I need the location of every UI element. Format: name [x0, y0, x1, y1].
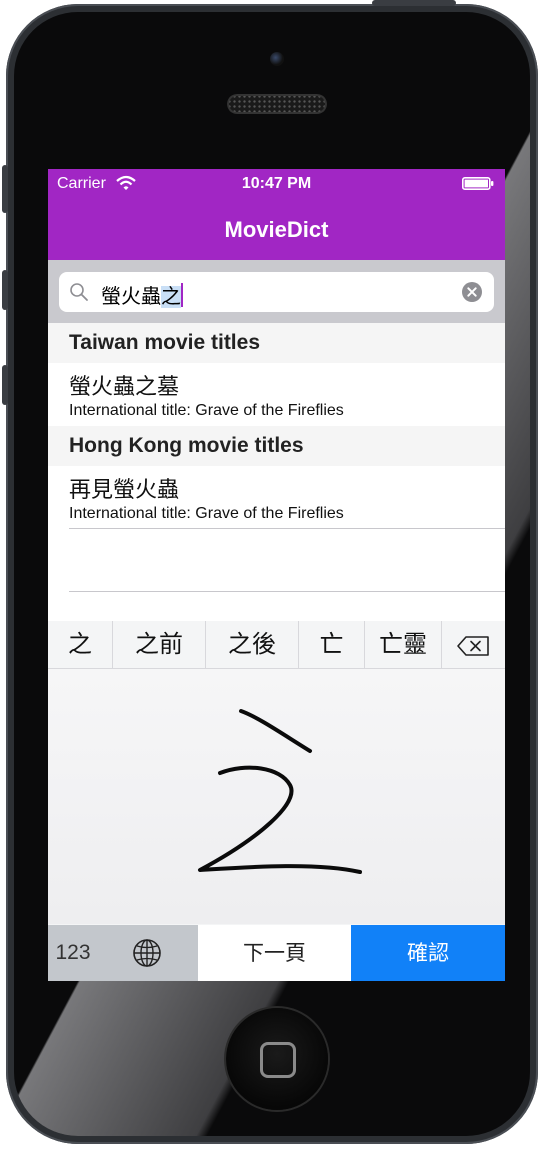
movie-title: 再見螢火蟲: [69, 478, 180, 503]
power-button: [372, 0, 456, 6]
globe-key[interactable]: [98, 925, 198, 981]
backspace-icon[interactable]: [456, 635, 490, 657]
section-header: Taiwan movie titles: [48, 323, 505, 363]
confirm-key[interactable]: 確認: [351, 925, 505, 981]
candidate-item[interactable]: 之後: [206, 621, 299, 668]
volume-down-button: [2, 365, 8, 405]
row-separator: [69, 528, 505, 529]
globe-icon: [133, 939, 161, 967]
movie-subtitle: International title: Grave of the Firefl…: [69, 402, 344, 419]
candidate-bar: 之 之前 之後 亡 亡靈: [48, 621, 505, 669]
page-title: MovieDict: [224, 217, 329, 242]
search-query: 螢火蟲之: [101, 280, 183, 309]
home-button-square-icon: [260, 1042, 296, 1078]
search-query-marked: 之: [161, 286, 181, 308]
mute-switch: [2, 165, 8, 213]
numbers-key[interactable]: 123: [48, 925, 98, 981]
navigation-bar: Carrier 10:47 PM MovieDict: [48, 169, 505, 260]
candidate-item[interactable]: 亡靈: [365, 621, 442, 668]
movie-title: 螢火蟲之墓: [69, 375, 180, 400]
handwritten-stroke: [198, 709, 362, 874]
row-separator: [69, 591, 505, 592]
next-page-key[interactable]: 下一頁: [198, 925, 351, 981]
status-bar: Carrier 10:47 PM: [48, 169, 505, 199]
home-button[interactable]: [226, 1008, 328, 1110]
handwriting-canvas[interactable]: [48, 669, 505, 924]
search-query-committed: 螢火蟲: [101, 286, 161, 308]
section-header-label: Taiwan movie titles: [69, 331, 260, 354]
clear-icon[interactable]: [462, 282, 482, 302]
screen: Carrier 10:47 PM MovieDict 螢火蟲之 Taiwan m…: [48, 169, 505, 981]
volume-up-button: [2, 270, 8, 310]
section-header: Hong Kong movie titles: [48, 426, 505, 466]
keyboard-bottom-row: 123 下一頁 確認: [48, 925, 505, 981]
status-time: 10:47 PM: [241, 175, 312, 192]
front-camera: [270, 52, 284, 66]
candidate-item[interactable]: 之: [48, 621, 113, 668]
search-bar: 螢火蟲之: [48, 260, 505, 323]
results-list: Taiwan movie titles 螢火蟲之墓 International …: [48, 323, 505, 621]
battery-icon: [462, 177, 494, 190]
search-icon: [70, 283, 88, 301]
earpiece-speaker: [227, 94, 327, 114]
handwriting-keyboard: 之 之前 之後 亡 亡靈 123 下一頁 確認: [48, 621, 505, 981]
candidate-item[interactable]: 亡: [299, 621, 365, 668]
section-header-label: Hong Kong movie titles: [69, 434, 304, 457]
movie-subtitle: International title: Grave of the Firefl…: [69, 505, 344, 522]
list-item[interactable]: 螢火蟲之墓 International title: Grave of the …: [48, 363, 505, 426]
search-input[interactable]: 螢火蟲之: [59, 272, 494, 312]
candidate-item[interactable]: 之前: [113, 621, 206, 668]
list-item[interactable]: 再見螢火蟲 International title: Grave of the …: [48, 466, 505, 529]
text-caret: [181, 283, 183, 307]
